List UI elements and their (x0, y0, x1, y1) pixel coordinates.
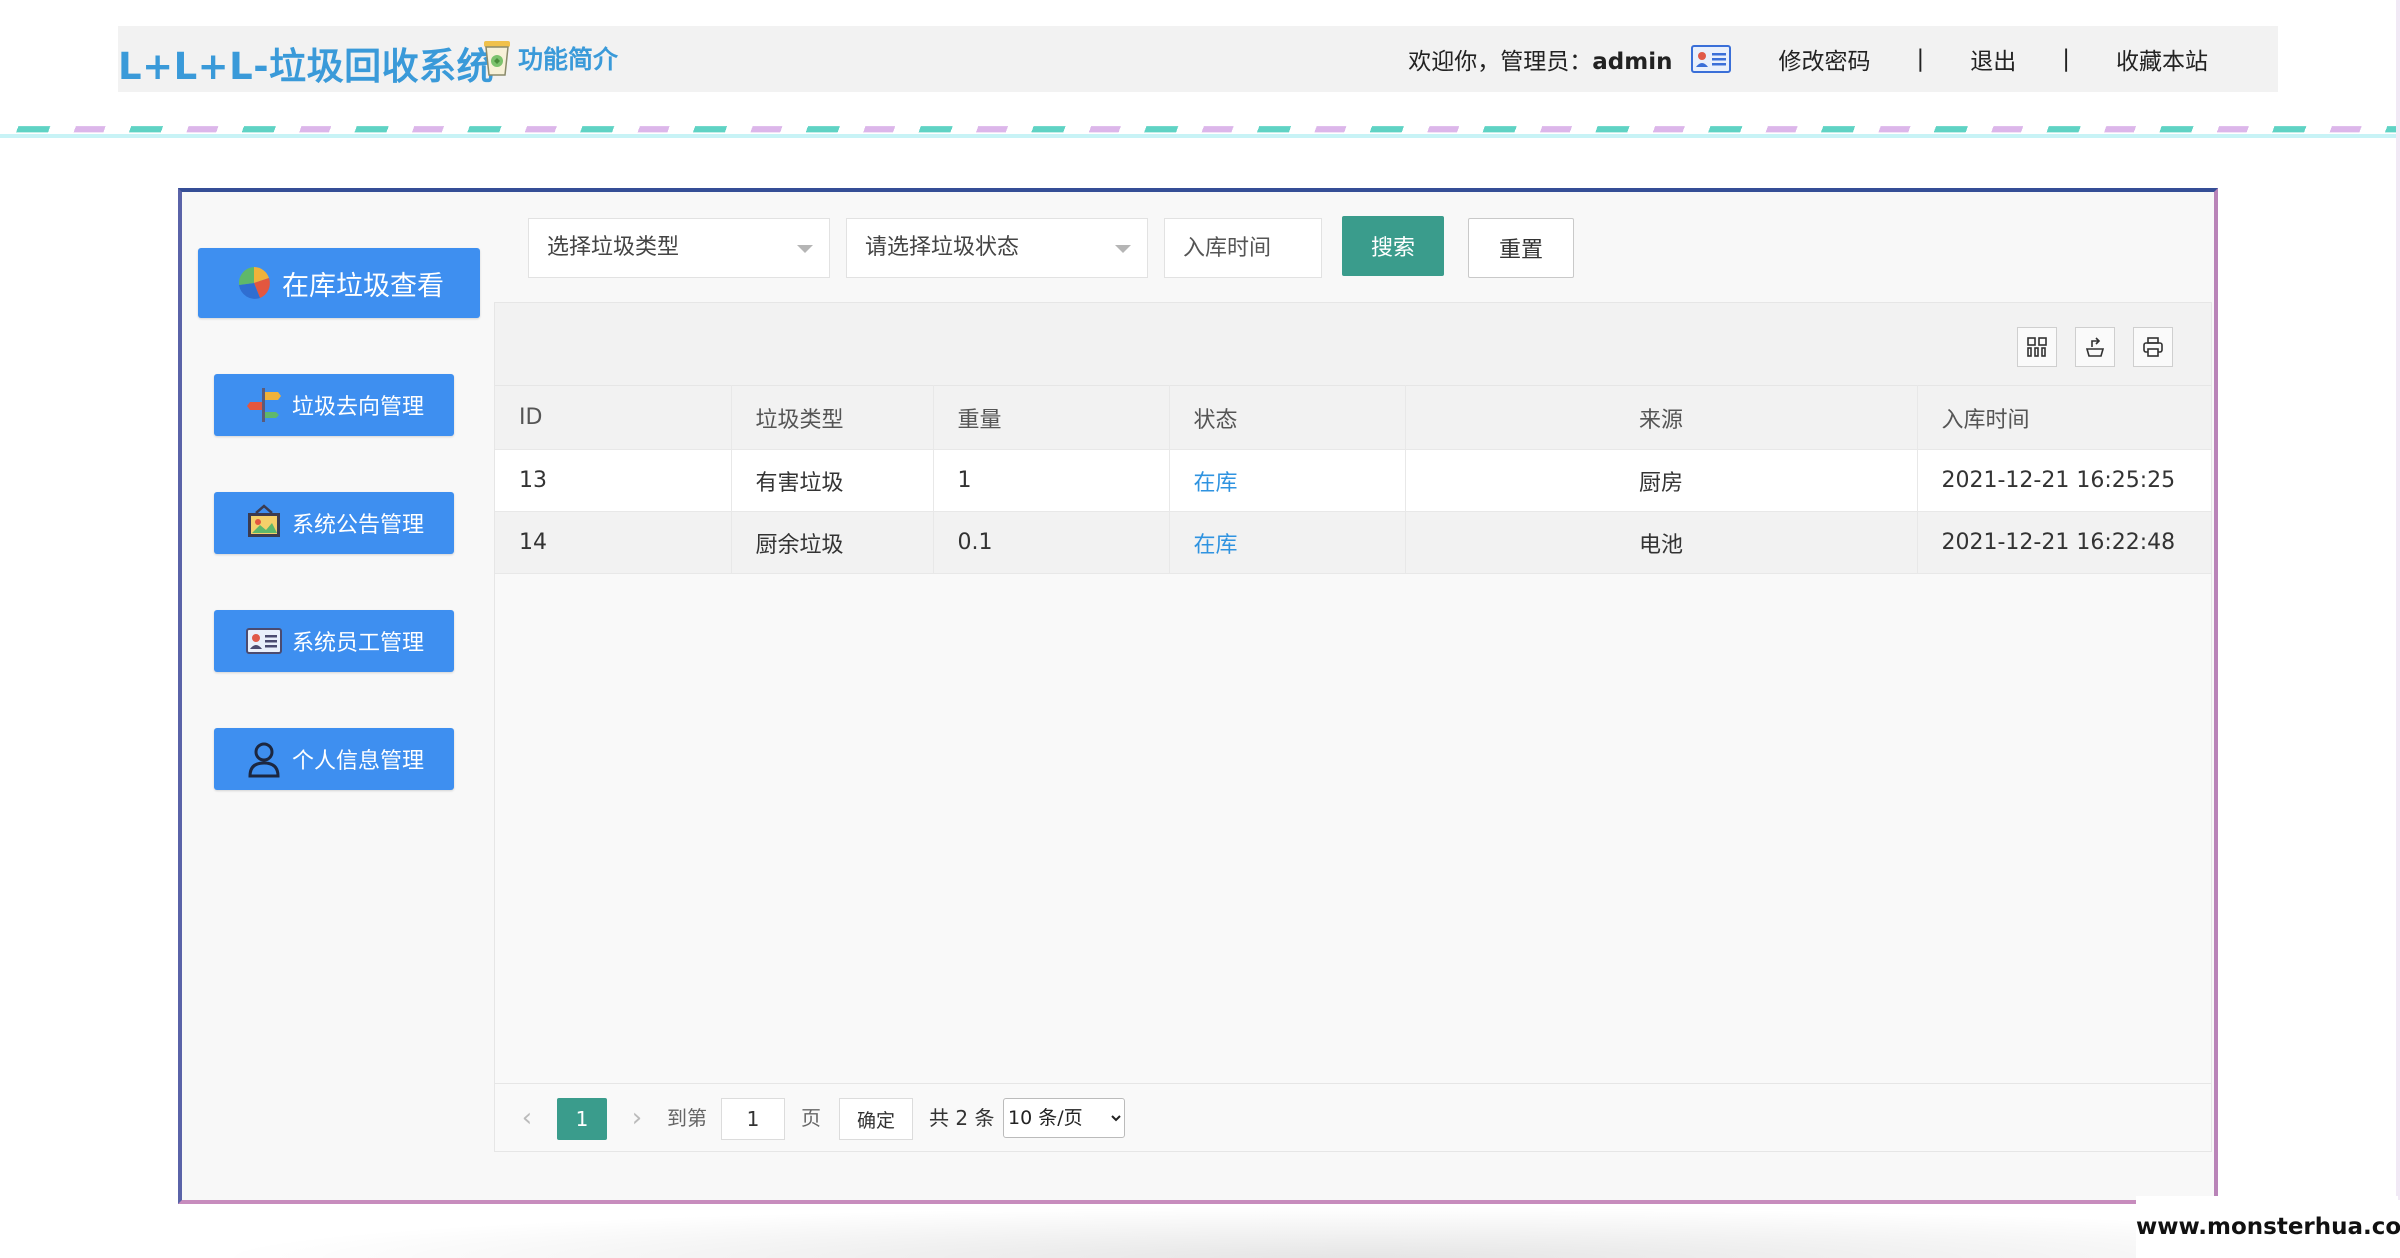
site-watermark: www.monsterhua.com (2136, 1196, 2400, 1258)
feature-intro-label: 功能简介 (518, 45, 619, 74)
main-frame: 在库垃圾查看 垃圾去向管理 系统公告管理 系统员工管理 个人信息管理 选择垃圾类… (178, 188, 2218, 1204)
sidebar-item-profile[interactable]: 个人信息管理 (214, 728, 454, 790)
next-page-icon[interactable]: › (627, 1098, 647, 1138)
page-unit-label: 页 (801, 1106, 821, 1130)
signpost-icon (246, 388, 281, 422)
cell-source: 电池 (1405, 511, 1918, 574)
bottom-shadow (200, 1206, 2140, 1258)
table-row[interactable]: 13 有害垃圾 1 在库 厨房 2021-12-21 16:25:25 (495, 449, 2211, 512)
sidebar-item-label: 系统公告管理 (291, 513, 424, 538)
goto-confirm-button[interactable]: 确定 (839, 1098, 913, 1140)
prev-page-icon[interactable]: ‹ (517, 1098, 537, 1138)
goto-label: 到第 (667, 1106, 707, 1130)
cell-source: 厨房 (1405, 449, 1918, 512)
sidebar-item-destination[interactable]: 垃圾去向管理 (214, 374, 454, 436)
sidebar-item-announcements[interactable]: 系统公告管理 (214, 492, 454, 554)
stock-date-input[interactable] (1164, 218, 1322, 278)
cell-id: 13 (495, 449, 732, 512)
chevron-down-icon (1115, 245, 1131, 253)
column-header-status[interactable]: 状态 (1169, 385, 1406, 450)
column-header-weight[interactable]: 重量 (933, 385, 1170, 450)
nav-separator: | (1916, 46, 1925, 72)
sidebar-item-stock-view[interactable]: 在库垃圾查看 (198, 248, 480, 318)
cell-status: 在库 (1169, 449, 1406, 512)
goto-page-input[interactable] (721, 1098, 785, 1140)
pagination: ‹ 1 › 到第 页 确定 共 2 条 10 条/页 (495, 1083, 2211, 1151)
sidebar-item-label: 垃圾去向管理 (291, 395, 424, 420)
cell-weight: 1 (933, 449, 1170, 512)
sidebar-item-label: 在库垃圾查看 (282, 270, 444, 302)
chevron-down-icon (797, 245, 813, 253)
top-header: L+L+L-垃圾回收系统 功能简介 欢迎你，管理员：admin 修改密码 | 退… (118, 26, 2278, 92)
waste-type-placeholder: 选择垃圾类型 (547, 235, 680, 260)
status-link[interactable]: 在库 (1194, 533, 1238, 558)
cell-status: 在库 (1169, 511, 1406, 574)
columns-icon (2027, 337, 2047, 357)
logout-link[interactable]: 退出 (1970, 42, 2016, 76)
sidebar-item-label: 个人信息管理 (291, 749, 424, 774)
page-size-select[interactable]: 10 条/页 (1003, 1098, 1125, 1138)
print-button[interactable] (2133, 327, 2173, 367)
column-filter-button[interactable] (2017, 327, 2057, 367)
table-header-row: ID 垃圾类型 重量 状态 来源 入库时间 (495, 385, 2211, 450)
sidebar-item-staff[interactable]: 系统员工管理 (214, 610, 454, 672)
column-header-time[interactable]: 入库时间 (1917, 385, 2211, 450)
waste-table: ID 垃圾类型 重量 状态 来源 入库时间 13 有害垃圾 1 在库 厨房 20… (495, 385, 2211, 574)
system-title: L+L+L-垃圾回收系统 (118, 45, 495, 88)
waste-type-select[interactable]: 选择垃圾类型 (528, 218, 830, 278)
bookmark-link[interactable]: 收藏本站 (2116, 42, 2208, 76)
pie-chart-icon (238, 267, 270, 299)
top-nav: 欢迎你，管理员：admin 修改密码 | 退出 | 收藏本站 (1408, 26, 2208, 92)
waste-status-select[interactable]: 请选择垃圾状态 (846, 218, 1148, 278)
id-card-icon[interactable] (1690, 45, 1731, 73)
id-card-icon (245, 628, 282, 654)
table-row[interactable]: 14 厨余垃圾 0.1 在库 电池 2021-12-21 16:22:48 (495, 511, 2211, 574)
export-icon (2085, 337, 2105, 357)
sidebar-item-label: 系统员工管理 (291, 631, 424, 656)
cell-time: 2021-12-21 16:22:48 (1917, 511, 2211, 574)
cell-type: 有害垃圾 (731, 449, 934, 512)
cell-type: 厨余垃圾 (731, 511, 934, 574)
search-button[interactable]: 搜索 (1342, 216, 1444, 276)
bulletin-icon (247, 504, 280, 537)
welcome-text: 欢迎你，管理员：admin (1408, 49, 1673, 75)
cell-weight: 0.1 (933, 511, 1170, 574)
reset-button[interactable]: 重置 (1468, 218, 1574, 278)
print-icon (2143, 337, 2163, 357)
status-link[interactable]: 在库 (1194, 471, 1238, 496)
cell-time: 2021-12-21 16:25:25 (1917, 449, 2211, 512)
column-header-source[interactable]: 来源 (1405, 385, 1918, 450)
column-header-type[interactable]: 垃圾类型 (731, 385, 934, 450)
recycle-cup-icon (484, 41, 510, 76)
export-button[interactable] (2075, 327, 2115, 367)
table-toolbar (495, 303, 2211, 385)
total-count: 共 2 条 (929, 1106, 995, 1130)
cell-id: 14 (495, 511, 732, 574)
change-password-link[interactable]: 修改密码 (1779, 42, 1871, 76)
username: admin (1592, 49, 1673, 75)
column-header-id[interactable]: ID (495, 385, 732, 450)
feature-intro-link[interactable]: 功能简介 (480, 36, 618, 80)
page-edge (2396, 0, 2400, 1200)
user-icon (248, 742, 280, 778)
nav-separator: | (2062, 46, 2070, 72)
table-panel: ID 垃圾类型 重量 状态 来源 入库时间 13 有害垃圾 1 在库 厨房 20… (494, 302, 2212, 1152)
current-page[interactable]: 1 (557, 1098, 607, 1140)
decorative-line (0, 134, 2400, 138)
waste-status-placeholder: 请选择垃圾状态 (865, 235, 1020, 260)
